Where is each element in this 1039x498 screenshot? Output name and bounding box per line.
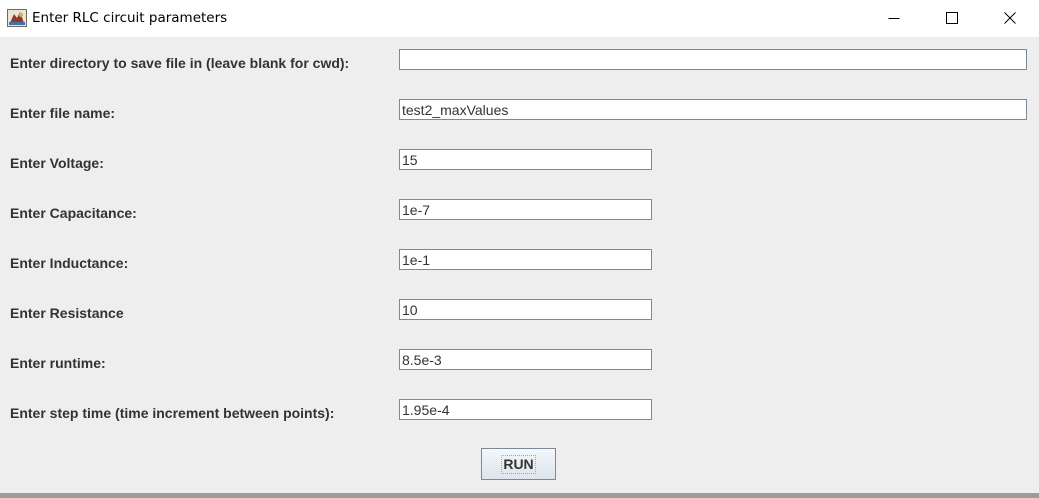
resistance-input[interactable]: [399, 299, 652, 320]
run-button-label: RUN: [501, 454, 536, 474]
voltage-label: Enter Voltage:: [10, 155, 104, 171]
java-app-icon: [7, 9, 27, 27]
runtime-input[interactable]: [399, 349, 652, 370]
run-button[interactable]: RUN: [481, 448, 556, 480]
step-time-label: Enter step time (time increment between …: [10, 405, 335, 421]
resistance-label: Enter Resistance: [10, 305, 124, 321]
capacitance-label: Enter Capacitance:: [10, 205, 137, 221]
title-bar[interactable]: Enter RLC circuit parameters: [0, 0, 1039, 37]
voltage-input[interactable]: [399, 149, 652, 170]
file-name-label: Enter file name:: [10, 105, 116, 121]
step-time-input[interactable]: [399, 399, 652, 420]
dialog-window: Enter RLC circuit parameters Enter direc…: [0, 0, 1039, 498]
directory-input[interactable]: [399, 49, 1027, 70]
maximize-icon: [946, 12, 958, 24]
window-bottom-edge: [0, 493, 1039, 498]
file-name-input[interactable]: [399, 99, 1027, 120]
form-panel: Enter directory to save file in (leave b…: [0, 37, 1039, 493]
inductance-input[interactable]: [399, 249, 652, 270]
maximize-button[interactable]: [923, 0, 981, 36]
runtime-label: Enter runtime:: [10, 355, 106, 371]
minimize-button[interactable]: [865, 0, 923, 36]
directory-label: Enter directory to save file in (leave b…: [10, 55, 350, 71]
close-button[interactable]: [981, 0, 1039, 36]
inductance-label: Enter Inductance:: [10, 255, 129, 271]
window-title: Enter RLC circuit parameters: [32, 10, 228, 26]
capacitance-input[interactable]: [399, 199, 652, 220]
minimize-icon: [888, 18, 900, 19]
close-icon: [1004, 12, 1016, 24]
